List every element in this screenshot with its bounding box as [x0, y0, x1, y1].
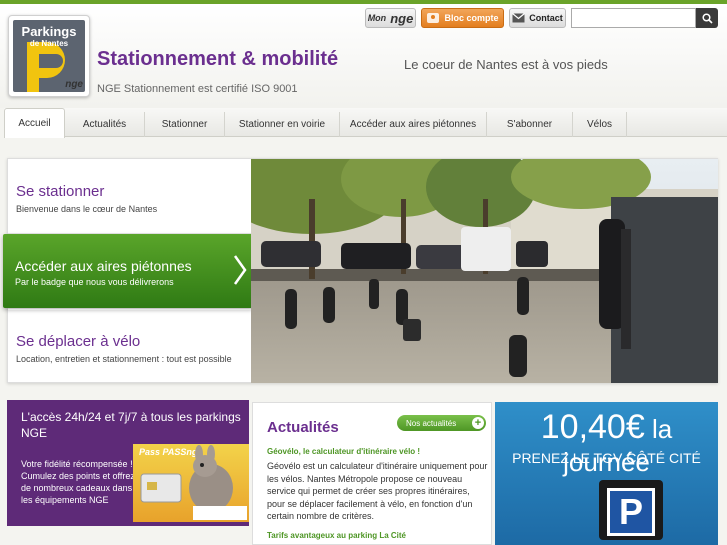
- bloc-compte-button[interactable]: Bloc compte: [421, 8, 504, 28]
- logo-title: Parkings: [21, 24, 77, 39]
- ad-price-value: 10,40€: [540, 408, 645, 446]
- news-title: Actualités: [267, 419, 339, 436]
- bloc-compte-label: Bloc compte: [444, 13, 499, 23]
- logo-p-hole: [39, 54, 63, 68]
- news-card: Actualités Nos actualités + Géovélo, le …: [252, 402, 492, 545]
- nav-item-velos[interactable]: Vélos: [573, 112, 627, 137]
- feature-title: Se déplacer à vélo: [16, 333, 141, 350]
- logo-subtitle: de Nantes: [29, 39, 69, 48]
- logo-panel: Parkings de Nantes nge: [13, 20, 85, 92]
- parking-p-icon: P: [607, 488, 655, 536]
- feature-subtitle: Bienvenue dans le cœur de Nantes: [16, 204, 158, 214]
- ad-price: 10,40€ la journée: [495, 408, 718, 478]
- feature-photo: [251, 159, 718, 383]
- feature-title: Se stationner: [16, 183, 105, 200]
- page-headline: Stationnement & mobilité: [97, 48, 339, 70]
- nav-item-aires-pietonnes[interactable]: Accéder aux aires piétonnes: [340, 112, 487, 137]
- feature-slider: Se stationner Bienvenue dans le cœur de …: [3, 158, 718, 383]
- chevron-right-icon: [233, 255, 247, 285]
- search-icon: [701, 12, 713, 24]
- news-item-text: Géovélo est un calculateur d'itinéraire …: [267, 461, 488, 521]
- feature-item-stationner[interactable]: Se stationner Bienvenue dans le cœur de …: [8, 183, 251, 216]
- nos-actualites-label: Nos actualités: [406, 418, 457, 428]
- feature-item-aires-pietonnes[interactable]: Accéder aux aires piétonnes Par le badge…: [3, 234, 253, 308]
- mon-nge-brand: nge: [390, 10, 414, 26]
- certification-text: NGE Stationnement est certifié ISO 9001: [97, 83, 298, 95]
- logo-nge-text: nge: [65, 79, 83, 90]
- contact-button[interactable]: Contact: [509, 8, 566, 28]
- nav-item-stationner[interactable]: Stationner: [145, 112, 225, 137]
- nav-item-sabonner[interactable]: S'abonner: [487, 112, 573, 137]
- tgv-ad-banner[interactable]: 10,40€ la journée PRENEZ LE TGV CÔTÉ CIT…: [495, 402, 718, 545]
- promo-card[interactable]: L'accès 24h/24 et 7j/7 à tous les parkin…: [7, 400, 249, 526]
- feature-divider: [8, 309, 251, 310]
- feature-subtitle: Location, entretien et stationnement : t…: [16, 354, 232, 364]
- news-item-title[interactable]: Tarifs avantageux au parking La Cité: [267, 531, 406, 540]
- promo-title: L'accès 24h/24 et 7j/7 à tous les parkin…: [21, 410, 241, 440]
- kangaroo-illustration: [140, 445, 247, 520]
- contact-label: Contact: [529, 13, 563, 23]
- nav-item-actualites[interactable]: Actualités: [65, 112, 145, 137]
- feature-title: Accéder aux aires piétonnes: [15, 258, 192, 274]
- ad-subtitle: PRENEZ LE TGV CÔTÉ CITÉ: [512, 450, 701, 466]
- main-navigation: Accueil Actualités Stationner Stationner…: [4, 108, 727, 138]
- account-icon: [427, 13, 440, 23]
- nav-item-accueil[interactable]: Accueil: [4, 108, 65, 138]
- nav-item-stationner-voirie[interactable]: Stationner en voirie: [225, 112, 340, 137]
- mail-icon: [512, 13, 526, 23]
- page-tagline: Le coeur de Nantes est à vos pieds: [404, 57, 608, 72]
- feature-item-velo[interactable]: Se déplacer à vélo Location, entretien e…: [8, 333, 251, 366]
- feature-subtitle: Par le badge que nous vous délivrerons: [15, 277, 174, 287]
- pass-nge-image: Pass PASSnge: [133, 444, 249, 522]
- promo-text: Votre fidélité récompensée ! Cumulez des…: [21, 459, 135, 505]
- search-input[interactable]: [571, 8, 696, 28]
- mon-nge-prefix: Mon: [367, 13, 387, 23]
- site-logo[interactable]: Parkings de Nantes nge: [8, 15, 90, 97]
- mon-nge-button[interactable]: Mon nge: [365, 8, 416, 28]
- news-item-title[interactable]: Géovélo, le calculateur d'itinéraire vél…: [267, 447, 420, 456]
- parking-sign: P: [599, 480, 663, 540]
- nos-actualites-button[interactable]: Nos actualités +: [397, 415, 486, 431]
- street-scene-image: [251, 159, 718, 383]
- search-button[interactable]: [696, 8, 718, 28]
- plus-icon: +: [472, 417, 484, 429]
